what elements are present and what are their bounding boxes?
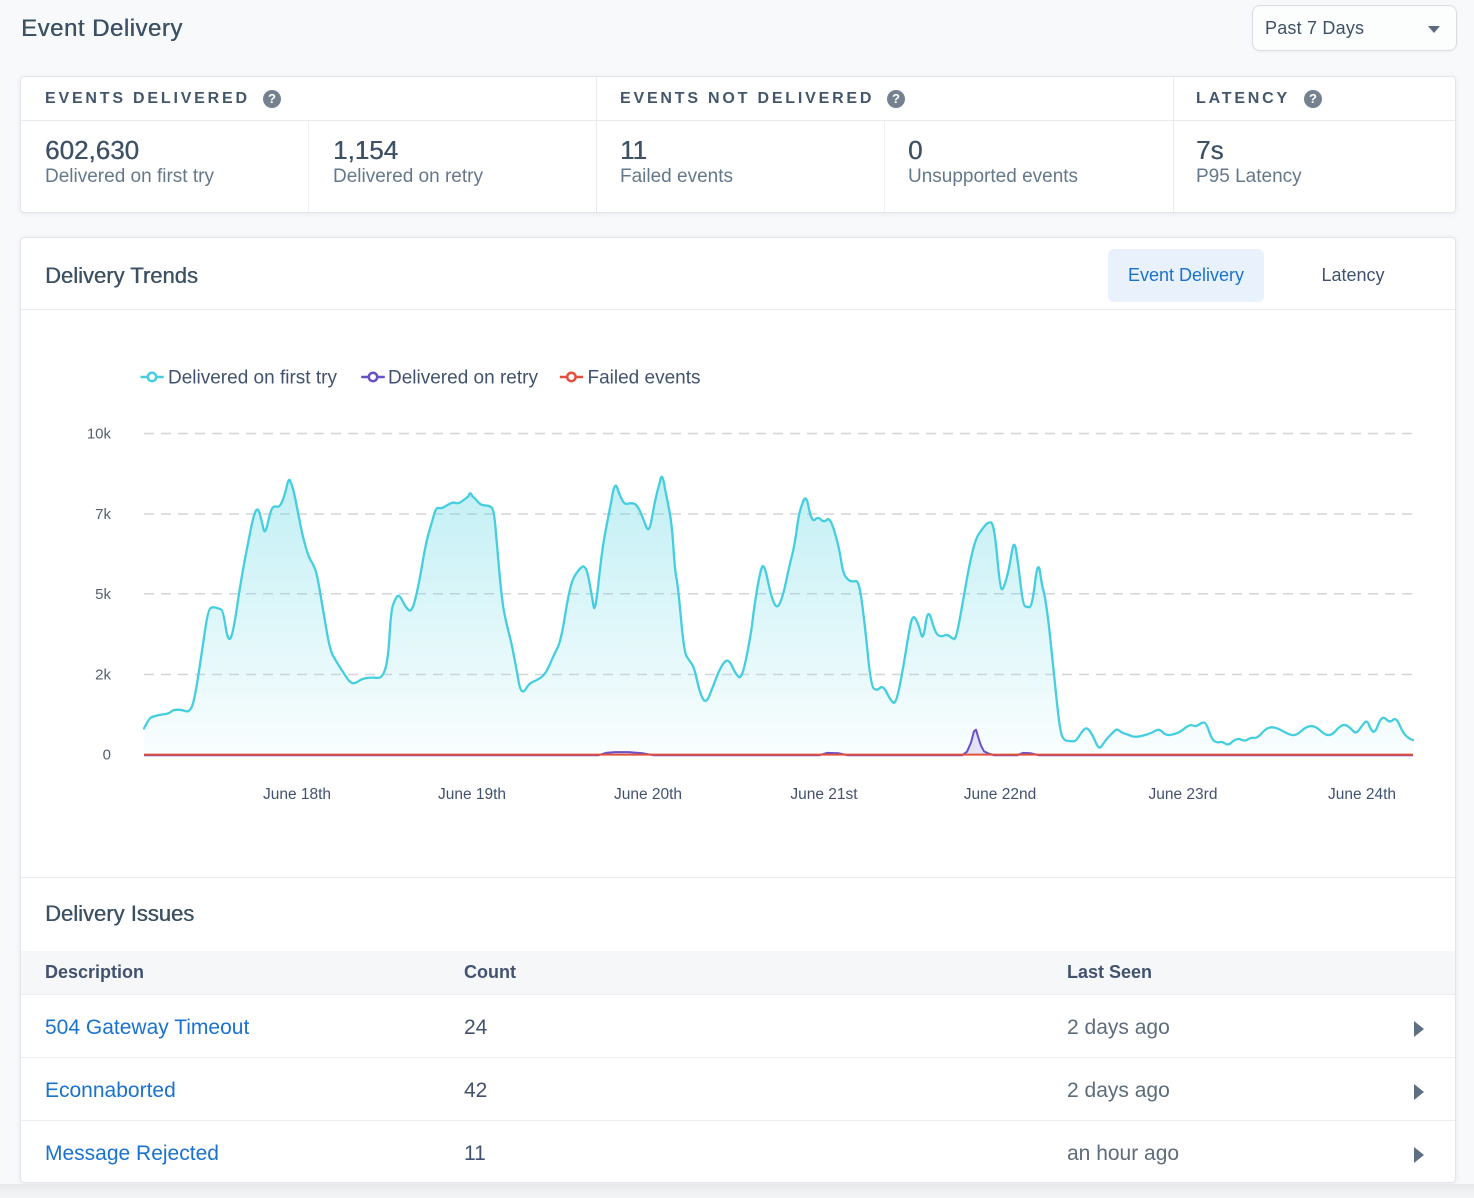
svg-text:Delivered on first try: Delivered on first try	[168, 368, 337, 389]
svg-text:June 20th: June 20th	[614, 786, 682, 803]
svg-text:June 19th: June 19th	[438, 786, 506, 803]
svg-text:7k: 7k	[95, 506, 111, 523]
svg-text:June 21st: June 21st	[790, 786, 858, 803]
svg-text:June 18th: June 18th	[263, 786, 331, 803]
svg-text:Delivered on retry: Delivered on retry	[388, 368, 538, 389]
svg-text:June 24th: June 24th	[1328, 786, 1396, 803]
svg-text:June 22nd: June 22nd	[964, 786, 1036, 803]
svg-text:0: 0	[103, 747, 111, 764]
svg-text:Failed events: Failed events	[588, 368, 701, 389]
svg-text:10k: 10k	[87, 426, 112, 443]
svg-text:2k: 2k	[95, 667, 111, 684]
svg-text:5k: 5k	[95, 586, 111, 603]
svg-text:June 23rd: June 23rd	[1149, 786, 1218, 803]
